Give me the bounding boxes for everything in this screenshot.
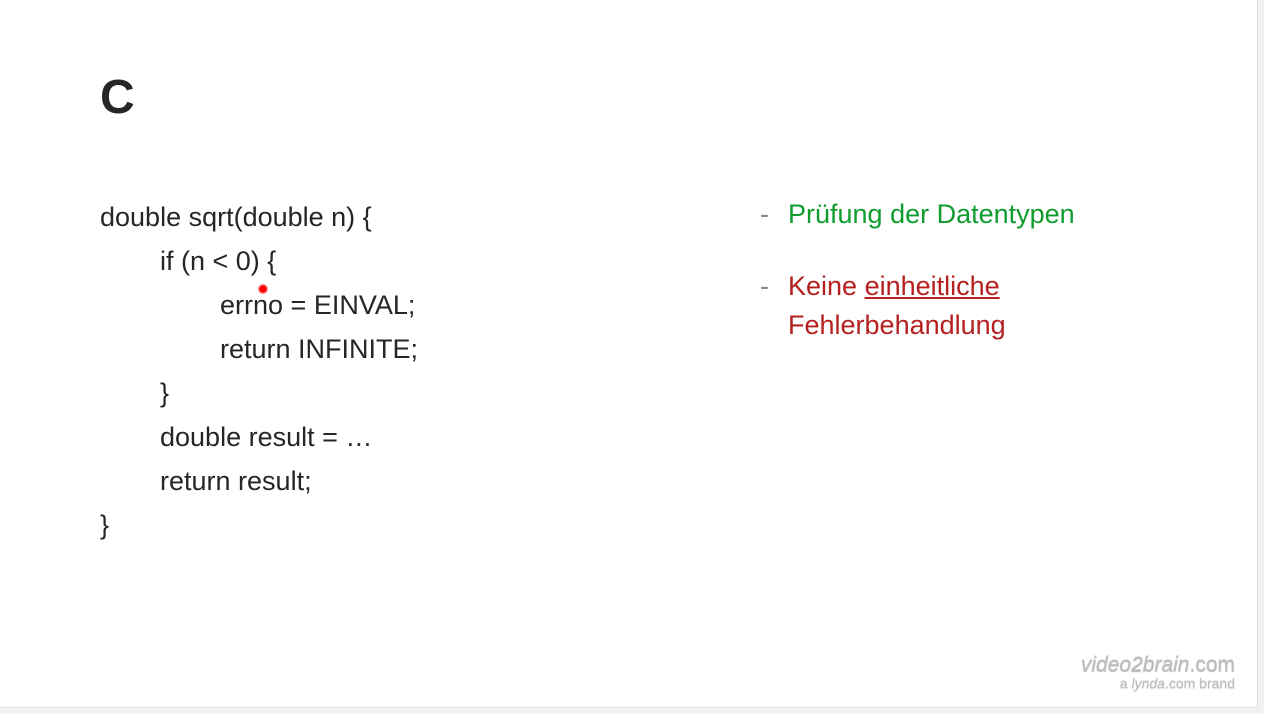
- code-line-4: return INFINITE;: [100, 334, 418, 364]
- code-line-7: return result;: [100, 466, 312, 496]
- slide: C double sqrt(double n) { if (n < 0) { e…: [0, 0, 1258, 708]
- watermark-subbrand: a lynda.com brand: [1081, 675, 1235, 691]
- code-line-1: double sqrt(double n) {: [100, 202, 372, 232]
- bullet-list: - Prüfung der Datentypen - Keine einheit…: [760, 195, 1157, 547]
- bullet-dash-icon: -: [760, 195, 788, 233]
- watermark-brand: video2brain.com: [1081, 653, 1235, 677]
- code-line-5: }: [100, 378, 169, 408]
- code-line-8: }: [100, 510, 109, 540]
- code-line-2: if (n < 0) {: [100, 246, 276, 276]
- bullet-negative: Keine einheitliche Fehlerbehandlung: [788, 267, 1157, 344]
- bullet-item: - Prüfung der Datentypen: [760, 195, 1157, 233]
- slide-title: C: [100, 70, 1157, 125]
- bullet-positive: Prüfung der Datentypen: [788, 195, 1157, 233]
- code-line-3: errno = EINVAL;: [100, 290, 415, 320]
- code-line-6: double result = …: [100, 422, 372, 452]
- watermark: video2brain.com a lynda.com brand: [1081, 653, 1235, 691]
- code-block: double sqrt(double n) { if (n < 0) { err…: [100, 195, 680, 547]
- bullet-item: - Keine einheitliche Fehlerbehandlung: [760, 267, 1157, 344]
- bullet-dash-icon: -: [760, 267, 788, 344]
- laser-pointer-icon: [258, 284, 268, 294]
- content-area: double sqrt(double n) { if (n < 0) { err…: [100, 195, 1157, 547]
